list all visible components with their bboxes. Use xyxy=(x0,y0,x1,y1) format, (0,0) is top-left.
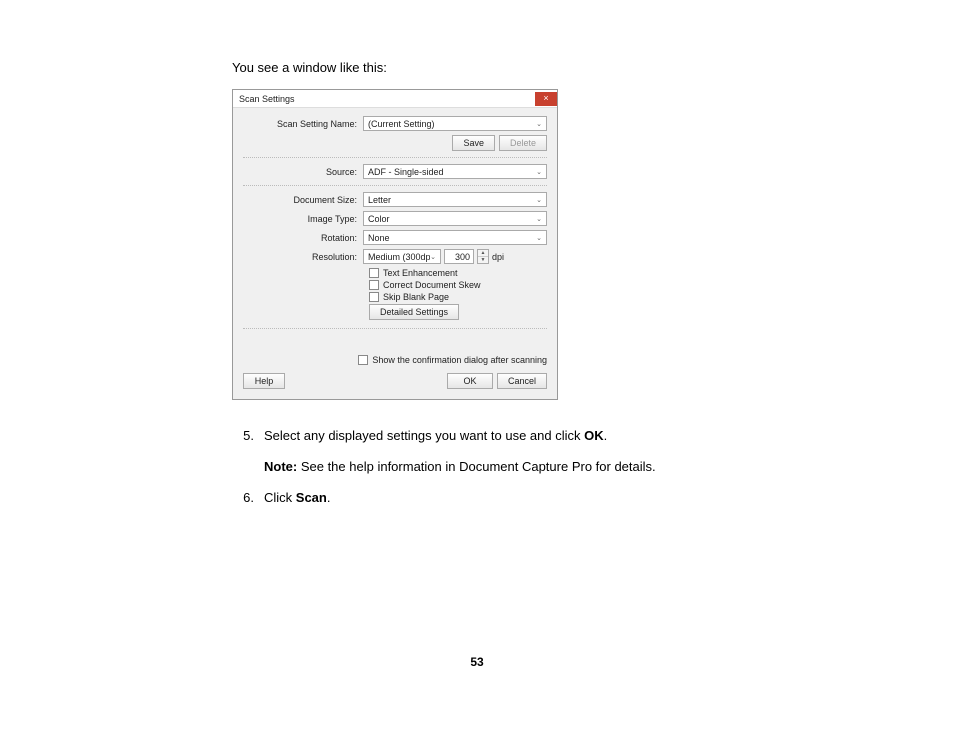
setting-name-value: (Current Setting) xyxy=(368,119,435,129)
imagetype-dropdown[interactable]: Color ⌄ xyxy=(363,211,547,226)
step-5-number: 5. xyxy=(232,428,254,443)
resolution-dropdown[interactable]: Medium (300dpi) ⌄ xyxy=(363,249,441,264)
intro-text: You see a window like this: xyxy=(232,60,712,75)
docsize-label: Document Size: xyxy=(243,195,363,205)
chevron-down-icon: ⌄ xyxy=(536,120,542,128)
setting-name-dropdown[interactable]: (Current Setting) ⌄ xyxy=(363,116,547,131)
chevron-down-icon: ⌄ xyxy=(536,196,542,204)
resolution-stepper[interactable]: ▲ ▼ xyxy=(477,249,489,264)
source-label: Source: xyxy=(243,167,363,177)
dpi-unit: dpi xyxy=(492,252,504,262)
source-dropdown[interactable]: ADF - Single-sided ⌄ xyxy=(363,164,547,179)
docsize-dropdown[interactable]: Letter ⌄ xyxy=(363,192,547,207)
step-5: 5. Select any displayed settings you wan… xyxy=(232,428,712,443)
chevron-down-icon: ⌄ xyxy=(536,168,542,176)
cancel-button[interactable]: Cancel xyxy=(497,373,547,389)
scan-settings-dialog: Scan Settings × Scan Setting Name: (Curr… xyxy=(232,89,558,400)
chevron-down-icon: ⌄ xyxy=(536,215,542,223)
step-6: 6. Click Scan. xyxy=(232,490,712,505)
chevron-down-icon: ⌄ xyxy=(430,253,436,261)
text-enhancement-label: Text Enhancement xyxy=(383,268,458,278)
save-button[interactable]: Save xyxy=(452,135,495,151)
close-icon[interactable]: × xyxy=(535,92,557,106)
page-number: 53 xyxy=(0,655,954,669)
dialog-titlebar: Scan Settings × xyxy=(233,90,557,108)
help-button[interactable]: Help xyxy=(243,373,285,389)
detailed-settings-button[interactable]: Detailed Settings xyxy=(369,304,459,320)
confirm-dialog-checkbox[interactable] xyxy=(358,355,368,365)
rotation-label: Rotation: xyxy=(243,233,363,243)
correct-skew-checkbox[interactable] xyxy=(369,280,379,290)
skip-blank-label: Skip Blank Page xyxy=(383,292,449,302)
setting-name-label: Scan Setting Name: xyxy=(243,119,363,129)
chevron-down-icon: ⌄ xyxy=(536,234,542,242)
resolution-label: Resolution: xyxy=(243,252,363,262)
imagetype-label: Image Type: xyxy=(243,214,363,224)
confirm-dialog-label: Show the confirmation dialog after scann… xyxy=(372,355,547,365)
step-6-number: 6. xyxy=(232,490,254,505)
ok-button[interactable]: OK xyxy=(447,373,493,389)
chevron-down-icon: ▼ xyxy=(478,257,488,263)
correct-skew-label: Correct Document Skew xyxy=(383,280,481,290)
resolution-number-input[interactable]: 300 xyxy=(444,249,474,264)
dialog-title: Scan Settings xyxy=(239,94,295,104)
rotation-dropdown[interactable]: None ⌄ xyxy=(363,230,547,245)
chevron-up-icon: ▲ xyxy=(478,250,488,257)
skip-blank-checkbox[interactable] xyxy=(369,292,379,302)
step-5-note: Note: See the help information in Docume… xyxy=(264,459,712,474)
delete-button[interactable]: Delete xyxy=(499,135,547,151)
text-enhancement-checkbox[interactable] xyxy=(369,268,379,278)
